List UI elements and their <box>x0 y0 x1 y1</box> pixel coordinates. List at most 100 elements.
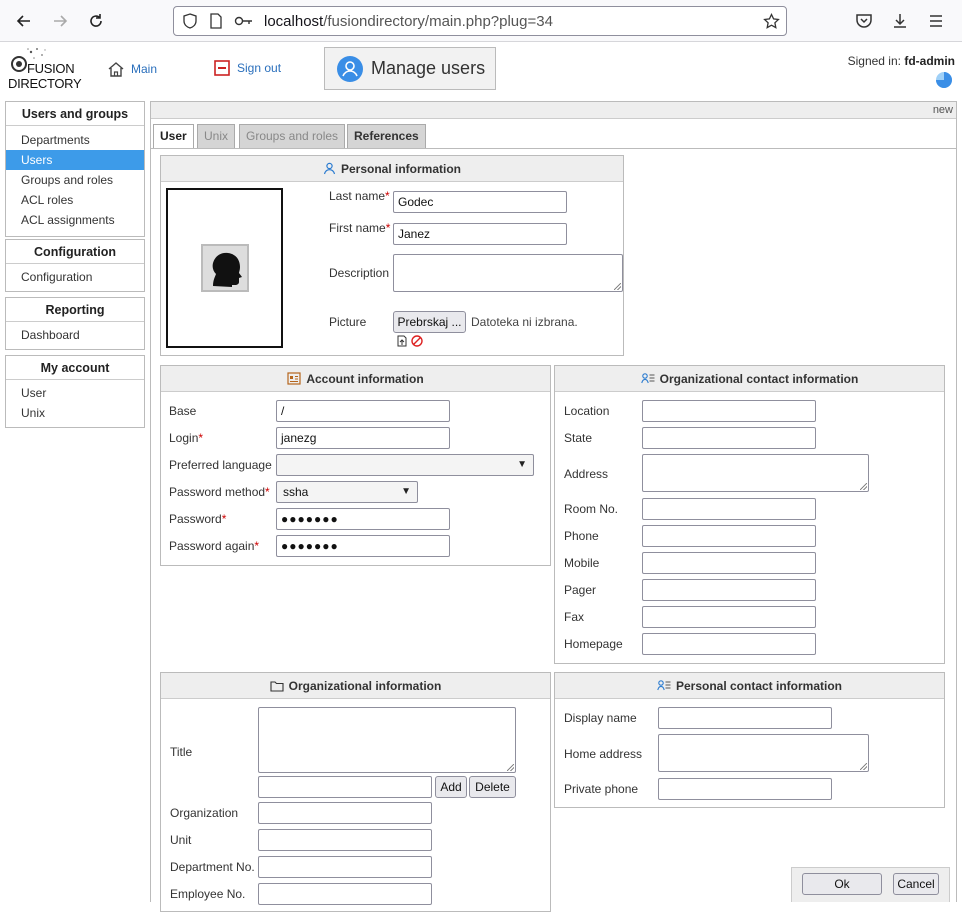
home-icon <box>108 62 124 77</box>
person-icon <box>323 162 336 175</box>
tab-unix[interactable]: Unix <box>197 124 236 148</box>
contact-card-icon <box>640 373 655 384</box>
login-input[interactable]: janezg <box>276 427 450 449</box>
section-header-org-contact: Organizational contact information <box>555 366 944 392</box>
add-title-button[interactable]: Add <box>435 776 467 798</box>
sidebar-item-user[interactable]: User <box>6 383 144 403</box>
section-org-information: Organizational information Title Add Del… <box>160 672 551 912</box>
sidebar-item-departments[interactable]: Departments <box>6 130 144 150</box>
ok-button[interactable]: Ok <box>802 873 882 895</box>
section-title-personal: Personal information <box>340 161 462 176</box>
password-label: Password* <box>169 512 227 526</box>
homepage-input[interactable] <box>642 633 816 655</box>
room-no-input[interactable] <box>642 498 816 520</box>
sidebar-item-acl-assignments[interactable]: ACL assignments <box>6 210 144 230</box>
url-bar[interactable]: localhost/fusiondirectory/main.php?plug=… <box>173 6 787 36</box>
shield-icon <box>183 13 197 29</box>
picture-label: Picture <box>329 315 367 329</box>
menu-header-users-and-groups: Users and groups <box>6 102 144 126</box>
mobile-input[interactable] <box>642 552 816 574</box>
display-name-input[interactable] <box>658 707 832 729</box>
last-name-input[interactable]: Godec <box>393 191 567 213</box>
tab-user[interactable]: User <box>153 124 194 149</box>
contact-card-icon <box>657 680 671 691</box>
sidebar-item-dashboard[interactable]: Dashboard <box>6 325 144 345</box>
user-picture[interactable] <box>166 188 283 348</box>
fusiondirectory-logo: FUSION DIRECTORY <box>7 46 82 92</box>
default-avatar-icon <box>200 244 249 292</box>
forward-icon[interactable] <box>46 8 74 34</box>
page-icon <box>210 13 222 29</box>
section-org-contact-information: Organizational contact information Locat… <box>554 365 945 664</box>
organization-input[interactable] <box>258 802 432 824</box>
status-label: new <box>932 104 953 116</box>
menu-icon[interactable] <box>927 12 945 30</box>
main-link[interactable]: Main <box>107 60 157 78</box>
pager-input[interactable] <box>642 579 816 601</box>
signed-in-user[interactable]: fd-admin <box>904 54 955 68</box>
browse-button[interactable]: Prebrskaj ... <box>393 311 466 333</box>
signout-link[interactable]: Sign out <box>213 59 281 77</box>
department-no-input[interactable] <box>258 856 432 878</box>
password-method-label: Password method* <box>169 485 270 499</box>
preferred-language-select[interactable]: ▼ <box>276 454 534 476</box>
private-phone-input[interactable] <box>658 778 832 800</box>
tab-references[interactable]: References <box>347 124 426 148</box>
password-method-select[interactable]: ssha ▼ <box>276 481 418 503</box>
location-input[interactable] <box>642 400 816 422</box>
logo-text-top: FUSION <box>27 61 75 76</box>
sidebar-item-configuration[interactable]: Configuration <box>6 267 144 287</box>
organization-label: Organization <box>170 806 239 820</box>
sidebar-item-groups-and-roles[interactable]: Groups and roles <box>6 170 144 190</box>
menu-header-configuration: Configuration <box>6 240 144 264</box>
first-name-input[interactable]: Janez <box>393 223 567 245</box>
phone-input[interactable] <box>642 525 816 547</box>
delete-title-button[interactable]: Delete <box>469 776 516 798</box>
phone-label: Phone <box>564 529 599 543</box>
upload-icon[interactable] <box>396 335 408 347</box>
title-list[interactable] <box>258 707 516 773</box>
main-link-label: Main <box>131 62 158 76</box>
unit-input[interactable] <box>258 829 432 851</box>
sidebar-item-unix[interactable]: Unix <box>6 403 144 423</box>
back-icon[interactable] <box>10 8 38 34</box>
address-textarea[interactable] <box>642 454 869 492</box>
sidebar-item-users[interactable]: Users <box>6 150 144 170</box>
base-input[interactable]: / <box>276 400 450 422</box>
title-new-input[interactable] <box>258 776 432 798</box>
preferred-language-label: Preferred language <box>169 458 272 472</box>
no-file-text: Datoteka ni izbrana. <box>471 315 578 329</box>
state-label: State <box>564 431 593 445</box>
section-personal-contact-information: Personal contact information Display nam… <box>554 672 945 808</box>
home-address-textarea[interactable] <box>658 734 869 772</box>
bookmark-star-icon[interactable] <box>763 13 780 30</box>
title-label: Title <box>170 745 193 759</box>
reload-icon[interactable] <box>82 8 110 34</box>
password-input[interactable]: ●●●●●●● <box>276 508 450 530</box>
sidebar-item-acl-roles[interactable]: ACL roles <box>6 190 144 210</box>
logo-text-bottom: DIRECTORY <box>8 76 82 91</box>
download-icon[interactable] <box>891 12 909 30</box>
session-timer-icon <box>936 72 952 88</box>
remove-picture-icon[interactable] <box>411 335 423 347</box>
room-no-label: Room No. <box>564 502 619 516</box>
mobile-label: Mobile <box>564 556 600 570</box>
section-title-org-info: Organizational information <box>288 678 442 693</box>
location-label: Location <box>564 404 610 418</box>
display-name-label: Display name <box>564 711 637 725</box>
section-header-personal-contact: Personal contact information <box>555 673 944 699</box>
login-label: Login* <box>169 431 204 445</box>
section-account-information: Account information Base / Login* janezg… <box>160 365 551 566</box>
fax-input[interactable] <box>642 606 816 628</box>
section-title-personal-contact: Personal contact information <box>675 678 843 693</box>
cancel-button[interactable]: Cancel <box>893 873 939 895</box>
description-textarea[interactable] <box>393 254 623 292</box>
state-input[interactable] <box>642 427 816 449</box>
folder-icon <box>270 680 284 692</box>
password-again-input[interactable]: ●●●●●●● <box>276 535 450 557</box>
section-title-org-contact: Organizational contact information <box>659 371 859 386</box>
first-name-label: First name* <box>329 221 391 235</box>
tab-groups-and-roles[interactable]: Groups and roles <box>239 124 346 148</box>
menu-my-account: My account User Unix <box>5 355 145 428</box>
pocket-icon[interactable] <box>855 12 873 30</box>
